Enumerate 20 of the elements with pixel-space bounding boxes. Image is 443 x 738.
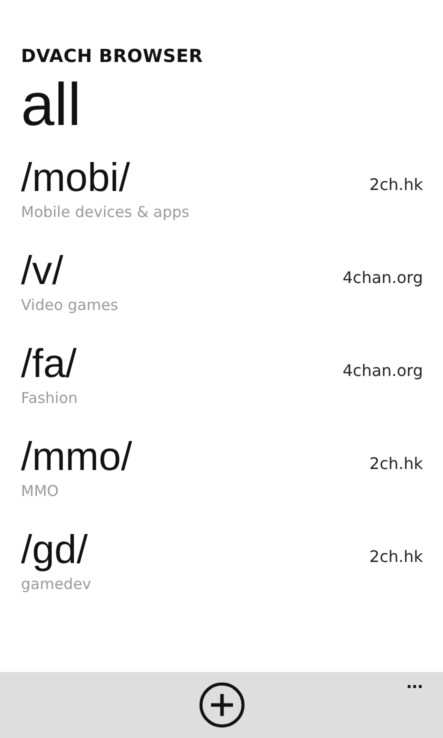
board-name[interactable]: /v/ xyxy=(21,248,118,294)
page-title: all xyxy=(21,75,82,135)
board-name[interactable]: /fa/ xyxy=(21,341,78,387)
add-button[interactable] xyxy=(198,682,244,728)
add-icon xyxy=(198,682,244,728)
more-button[interactable]: ... xyxy=(406,672,423,692)
board-site: 2ch.hk xyxy=(369,454,423,473)
board-site: 4chan.org xyxy=(342,268,423,287)
board-description: gamedev xyxy=(21,575,92,593)
board-description: Video games xyxy=(21,296,118,314)
board-description: Mobile devices & apps xyxy=(21,203,190,221)
board-site: 2ch.hk xyxy=(369,175,423,194)
board-name[interactable]: /mobi/ xyxy=(21,155,190,201)
board-name[interactable]: /gd/ xyxy=(21,527,92,573)
app-title: DVACH BROWSER xyxy=(21,46,204,67)
board-description: Fashion xyxy=(21,389,78,407)
board-site: 2ch.hk xyxy=(369,547,423,566)
board-name[interactable]: /mmo/ xyxy=(21,434,132,480)
board-site: 4chan.org xyxy=(342,361,423,380)
board-description: MMO xyxy=(21,482,60,500)
